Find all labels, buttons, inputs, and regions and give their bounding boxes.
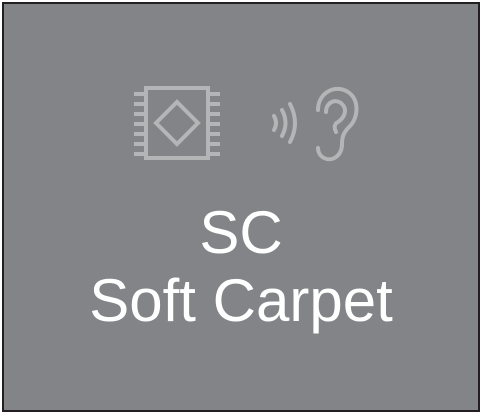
mode-code-label: SC	[199, 199, 283, 266]
sound-ear-icon	[272, 86, 359, 162]
mode-display-panel: SC Soft Carpet	[2, 2, 480, 412]
soft-carpet-icon	[134, 86, 220, 160]
mode-title-block: SC Soft Carpet	[4, 199, 478, 335]
mode-name-label: Soft Carpet	[89, 267, 393, 334]
mode-icon-row	[4, 82, 478, 164]
